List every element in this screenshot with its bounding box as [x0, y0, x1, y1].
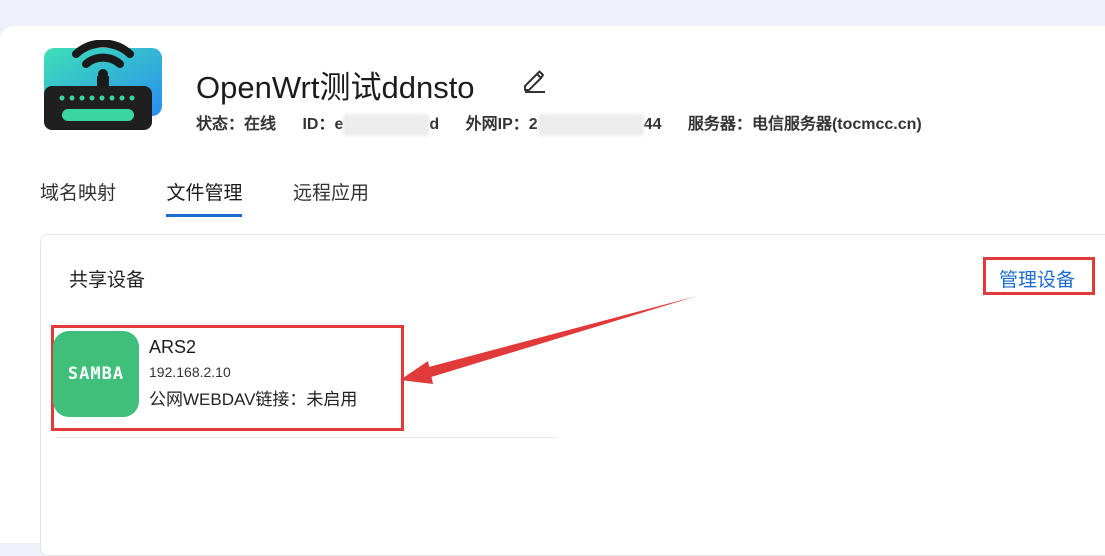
samba-icon: SAMBA: [53, 331, 139, 417]
device-name: ARS2: [149, 337, 197, 357]
card-divider: [55, 437, 557, 438]
manage-devices-link[interactable]: 管理设备: [999, 265, 1075, 292]
id-value-end: d: [429, 116, 440, 133]
webdav-value: 未启用: [306, 390, 358, 409]
page-title: OpenWrt测试ddnsto: [196, 70, 475, 105]
redacted-ip: [537, 113, 644, 136]
status-value: 在线: [244, 116, 277, 133]
server-item: 服务器：电信服务器(tocmcc.cn): [688, 110, 922, 134]
samba-icon-text: SAMBA: [67, 364, 125, 384]
id-value-start: e: [334, 116, 344, 133]
tab-remote-apps[interactable]: 远程应用: [293, 178, 369, 217]
id-label: ID：: [302, 116, 335, 133]
device-meta: 状态：在线 ID：e d 外网IP：2 44 服务器：电信服务器(tocmcc.cn…: [196, 110, 944, 136]
tab-bar: 域名映射 文件管理 远程应用: [40, 178, 415, 218]
page: OpenWrt测试ddnsto 状态：在线 ID：e d 外网IP：2 44 服务器…: [0, 26, 1105, 556]
webdav-status: 公网WEBDAV链接：未启用: [149, 385, 357, 410]
webdav-label: 公网WEBDAV链接：: [149, 390, 307, 409]
ip-label: 外网IP：: [465, 116, 529, 133]
status-item: 状态：在线: [196, 110, 276, 134]
ip-item: 外网IP：2 44: [465, 110, 662, 136]
panel-title: 共享设备: [69, 270, 146, 291]
router-icon: [44, 40, 162, 130]
samba-device-card[interactable]: SAMBA ARS2 192.168.2.10 公网WEBDAV链接：未启用: [51, 325, 404, 431]
tab-domain-mapping[interactable]: 域名映射: [40, 178, 116, 217]
id-item: ID：e d: [302, 110, 439, 136]
ip-value-end: 44: [643, 116, 662, 133]
edit-icon[interactable]: [520, 66, 548, 94]
server-value: 电信服务器(tocmcc.cn): [751, 116, 922, 133]
tab-file-management[interactable]: 文件管理: [166, 178, 243, 217]
ip-value-start: 2: [528, 116, 538, 133]
status-label: 状态：: [196, 116, 245, 133]
shared-devices-panel: 共享设备 管理设备 SAMBA ARS2 192.168.2.10 公网WEBD…: [40, 234, 1105, 556]
redacted-id: [343, 113, 430, 136]
device-ip: 192.168.2.10: [149, 364, 231, 380]
server-label: 服务器：: [687, 116, 752, 133]
